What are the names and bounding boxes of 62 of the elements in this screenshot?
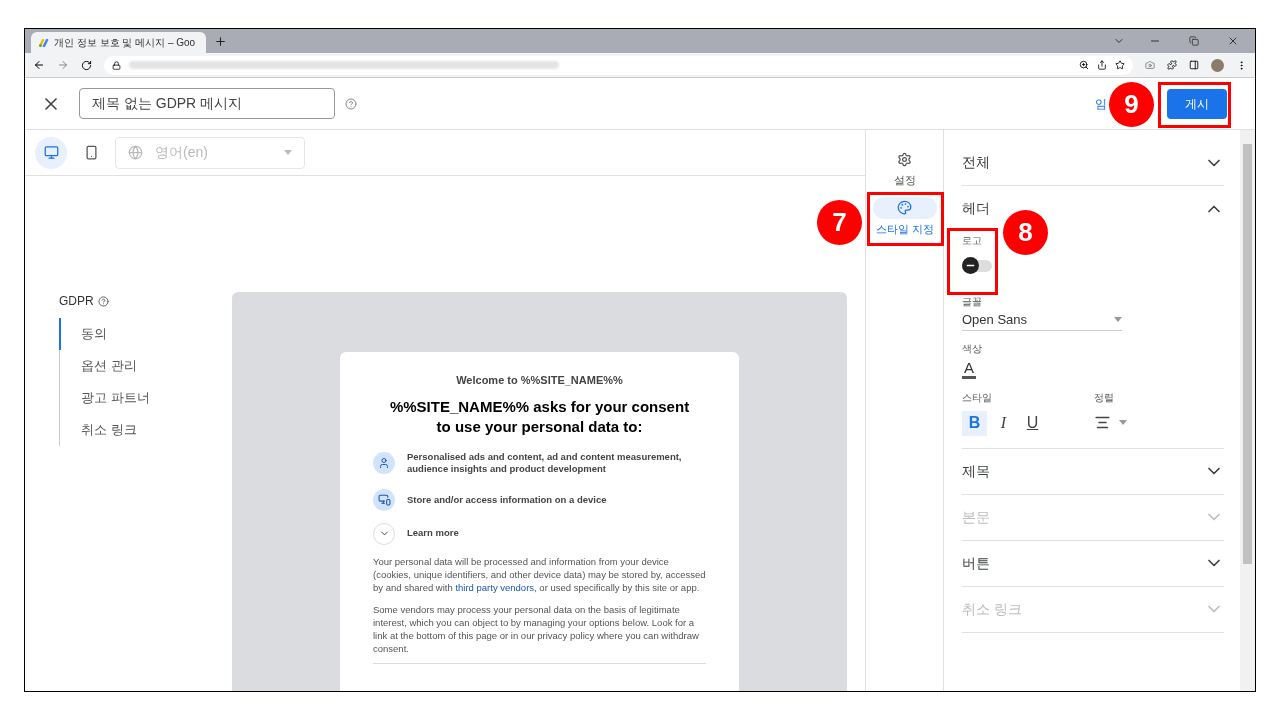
globe-icon <box>128 145 143 160</box>
new-tab-icon[interactable] <box>214 35 227 48</box>
logo-toggle[interactable] <box>962 260 992 272</box>
settings-icon <box>897 151 913 167</box>
side-panel-icon[interactable] <box>1189 60 1199 70</box>
reload-icon[interactable] <box>81 59 92 71</box>
help-icon[interactable] <box>345 97 357 110</box>
person-icon <box>373 451 395 474</box>
field-label: 색상 <box>962 341 982 356</box>
nav-item[interactable]: 옵션 관리 <box>59 350 232 382</box>
phone-icon <box>83 145 99 160</box>
field-label: 로고 <box>962 234 982 248</box>
caret-icon <box>284 150 292 155</box>
field-label: 정렬 <box>1094 390 1114 405</box>
rail-item[interactable]: 설정 <box>872 148 937 189</box>
caret-icon <box>1119 419 1127 425</box>
step-marker: 7 <box>817 200 862 245</box>
back-icon[interactable] <box>33 59 45 71</box>
ads-logo-icon <box>39 38 50 47</box>
text-style-button[interactable]: I <box>991 410 1016 436</box>
title-field[interactable]: 제목 없는 GDPR 메시지 <box>79 88 335 119</box>
section-header[interactable]: 버튼 <box>962 540 1224 586</box>
text-style-button[interactable]: U <box>1020 410 1045 436</box>
browser-tab[interactable]: 개인 정보 보호 및 메시지 – Goo <box>31 32 206 53</box>
restore-icon[interactable] <box>1189 36 1199 46</box>
section-header[interactable]: 전체 <box>962 140 1224 185</box>
zoom-icon[interactable] <box>1079 60 1089 70</box>
scrollbar[interactable] <box>1240 130 1255 691</box>
star-icon[interactable] <box>1115 60 1125 70</box>
annotation-frame <box>947 228 998 295</box>
help-icon[interactable] <box>97 295 109 307</box>
share-icon[interactable] <box>1097 60 1107 70</box>
draft-link[interactable]: 임 <box>1095 94 1107 113</box>
step-marker: 8 <box>1003 210 1048 255</box>
section-header[interactable]: 제목 <box>962 448 1224 494</box>
nav-item[interactable]: 취소 링크 <box>59 414 232 446</box>
consent-heading: %%SITE_NAME%% asks for your consent to use your personal data to: <box>388 396 691 437</box>
welcome-text: Welcome to %%SITE_NAME%% <box>455 373 624 388</box>
purpose-text: Store and/or access information on a device <box>407 493 607 506</box>
caret-icon <box>1114 317 1122 323</box>
desktop-view-button[interactable] <box>35 136 67 169</box>
lock-icon <box>112 60 121 70</box>
field-label: 글꼴 <box>962 295 982 309</box>
learn-more-button[interactable]: Learn more <box>407 526 459 541</box>
nav-title: GDPR <box>59 293 94 310</box>
palette-icon <box>897 200 913 215</box>
consent-paragraph: Some vendors may process your personal data on the basis of legitimate interest, which you can object to by managing your options below. Look for a link at the bottom of this page or in our privacy policy where you can withdraw consent. <box>373 602 706 664</box>
close-icon[interactable] <box>1227 35 1239 47</box>
text-style-button[interactable]: B <box>962 410 987 436</box>
font-select[interactable]: Open Sans <box>962 310 1122 331</box>
consent-paragraph: Your personal data will be processed and information from your device (cookies, unique identifiers, and other device data) may be stored by, accessed by and shared with third party vendors, or used specifically by this site or app. <box>373 554 706 594</box>
profile-avatar[interactable] <box>1211 58 1224 72</box>
publish-button[interactable]: 게시 <box>1167 88 1227 119</box>
text-color-button[interactable]: A <box>962 359 976 379</box>
nav-item[interactable]: 광고 파트너 <box>59 382 232 414</box>
purpose-text: Personalised ads and content, ad and content measurement, audience insights and product development <box>407 450 683 475</box>
camera-icon[interactable] <box>1145 60 1155 70</box>
monitor-icon <box>43 145 59 160</box>
puzzle-icon[interactable] <box>1167 60 1177 70</box>
field-label: 스타일 <box>962 390 992 405</box>
device-icon <box>373 488 395 511</box>
step-marker: 9 <box>1109 82 1154 127</box>
